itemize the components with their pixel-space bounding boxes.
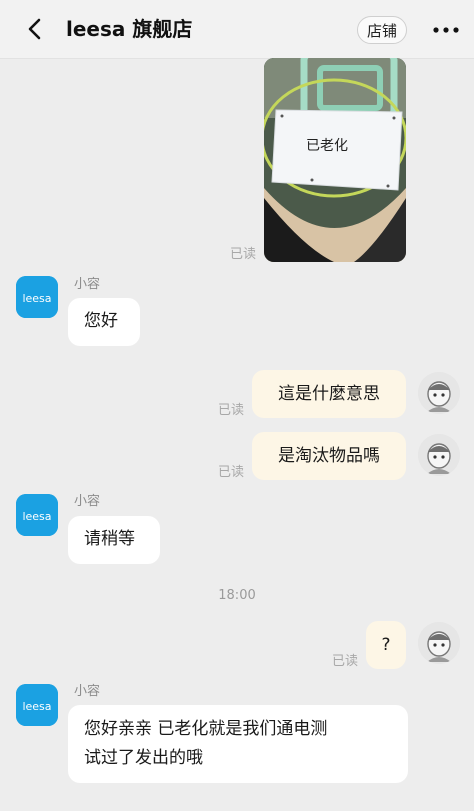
message-line: 您好亲亲 已老化就是我们通电测	[84, 719, 328, 739]
leesa-logo: leesa	[16, 684, 58, 726]
image-caption: 已老化	[306, 138, 348, 154]
leesa-logo: leesa	[16, 276, 58, 318]
user-message-bubble: 這是什麼意思	[252, 370, 406, 418]
more-button[interactable]	[428, 16, 464, 44]
chevron-left-icon	[28, 18, 41, 40]
svg-text:leesa: leesa	[22, 510, 51, 523]
svg-text:leesa: leesa	[22, 292, 51, 305]
agent-avatar[interactable]: leesa	[16, 494, 58, 536]
svg-text:leesa: leesa	[22, 700, 51, 713]
shop-button[interactable]: 店铺	[357, 16, 407, 44]
shop-title: leesa 旗舰店	[66, 17, 193, 41]
user-avatar[interactable]	[418, 622, 460, 664]
read-status: 已读	[332, 654, 359, 669]
read-status: 已读	[218, 465, 245, 480]
user-avatar-icon	[418, 372, 460, 414]
agent-avatar[interactable]: leesa	[16, 684, 58, 726]
agent-message-bubble: 您好	[68, 298, 140, 346]
chat-screen: leesa 旗舰店 店铺 已老化 已读 leesa 小容 您好 已读 這是什麼意…	[0, 0, 474, 811]
sender-name: 小容	[74, 277, 101, 292]
timestamp: 18:00	[218, 588, 256, 603]
agent-avatar[interactable]: leesa	[16, 276, 58, 318]
user-avatar-icon	[418, 434, 460, 476]
user-avatar-icon	[418, 622, 460, 664]
sender-name: 小容	[74, 684, 101, 699]
more-dots-icon	[433, 27, 459, 33]
product-photo: 已老化	[264, 58, 406, 262]
chat-header: leesa 旗舰店 店铺	[0, 0, 474, 59]
read-status: 已读	[218, 403, 245, 418]
user-avatar[interactable]	[418, 372, 460, 414]
user-avatar[interactable]	[418, 434, 460, 476]
sender-name: 小容	[74, 494, 101, 509]
agent-message-bubble: 请稍等	[68, 516, 160, 564]
message-line: 试过了发出的哦	[84, 748, 203, 768]
read-status: 已读	[230, 247, 257, 262]
user-message-bubble: ?	[366, 621, 406, 669]
user-message-bubble: 是淘汰物品嗎	[252, 432, 406, 480]
image-message[interactable]: 已老化	[264, 58, 406, 262]
leesa-logo: leesa	[16, 494, 58, 536]
back-button[interactable]	[22, 16, 48, 42]
agent-message-bubble: 您好亲亲 已老化就是我们通电测 试过了发出的哦	[68, 705, 408, 783]
